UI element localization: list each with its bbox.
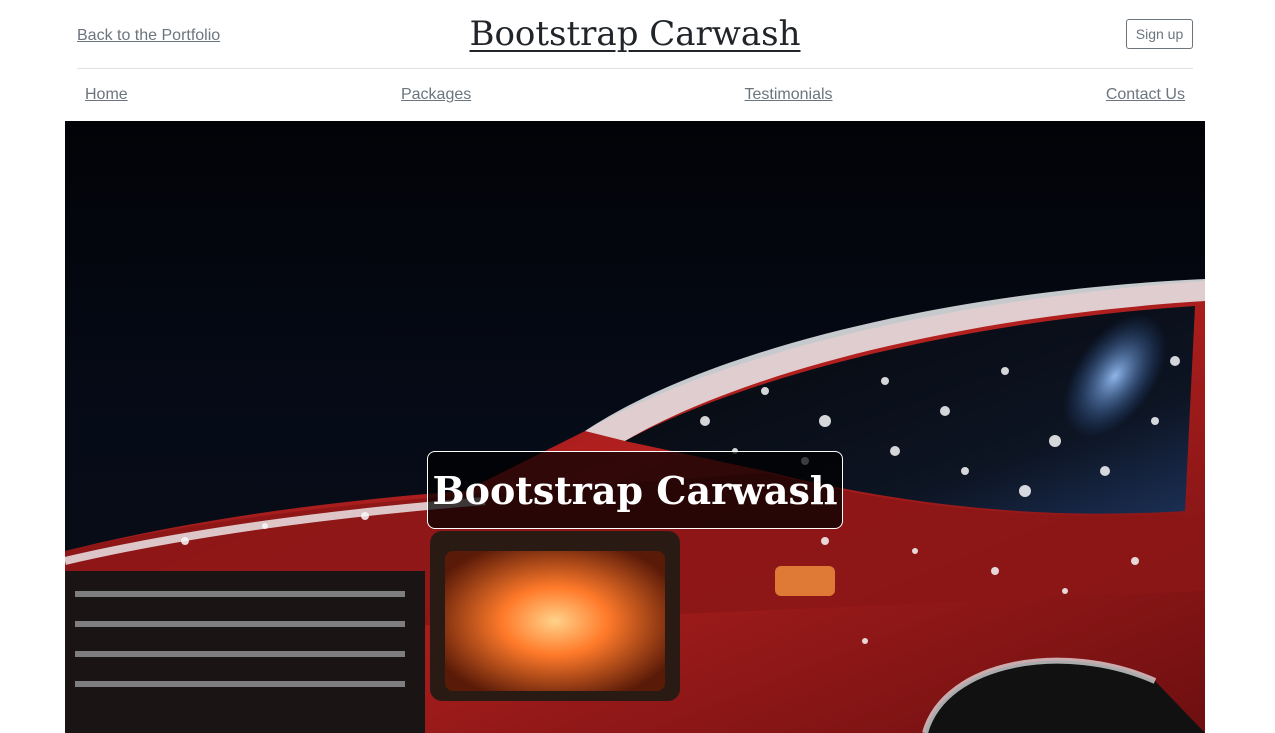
main-nav: Home Packages Testimonials Contact Us bbox=[85, 70, 1185, 120]
back-to-portfolio-link[interactable]: Back to the Portfolio bbox=[77, 27, 220, 45]
nav-item-contact-us[interactable]: Contact Us bbox=[1106, 86, 1185, 104]
hero-title: Bootstrap Carwash bbox=[432, 467, 838, 513]
site-header: Back to the Portfolio Bootstrap Carwash … bbox=[77, 0, 1193, 69]
site-title-wrapper: Bootstrap Carwash bbox=[77, 12, 1193, 56]
sign-up-button[interactable]: Sign up bbox=[1126, 19, 1193, 49]
hero-title-box: Bootstrap Carwash bbox=[427, 451, 843, 529]
site-title-link[interactable]: Bootstrap Carwash bbox=[469, 14, 800, 54]
nav-item-testimonials[interactable]: Testimonials bbox=[745, 86, 833, 104]
nav-item-packages[interactable]: Packages bbox=[401, 86, 471, 104]
hero-banner: Bootstrap Carwash bbox=[65, 121, 1205, 733]
hero-car-image bbox=[65, 121, 1205, 733]
nav-item-home[interactable]: Home bbox=[85, 86, 128, 104]
